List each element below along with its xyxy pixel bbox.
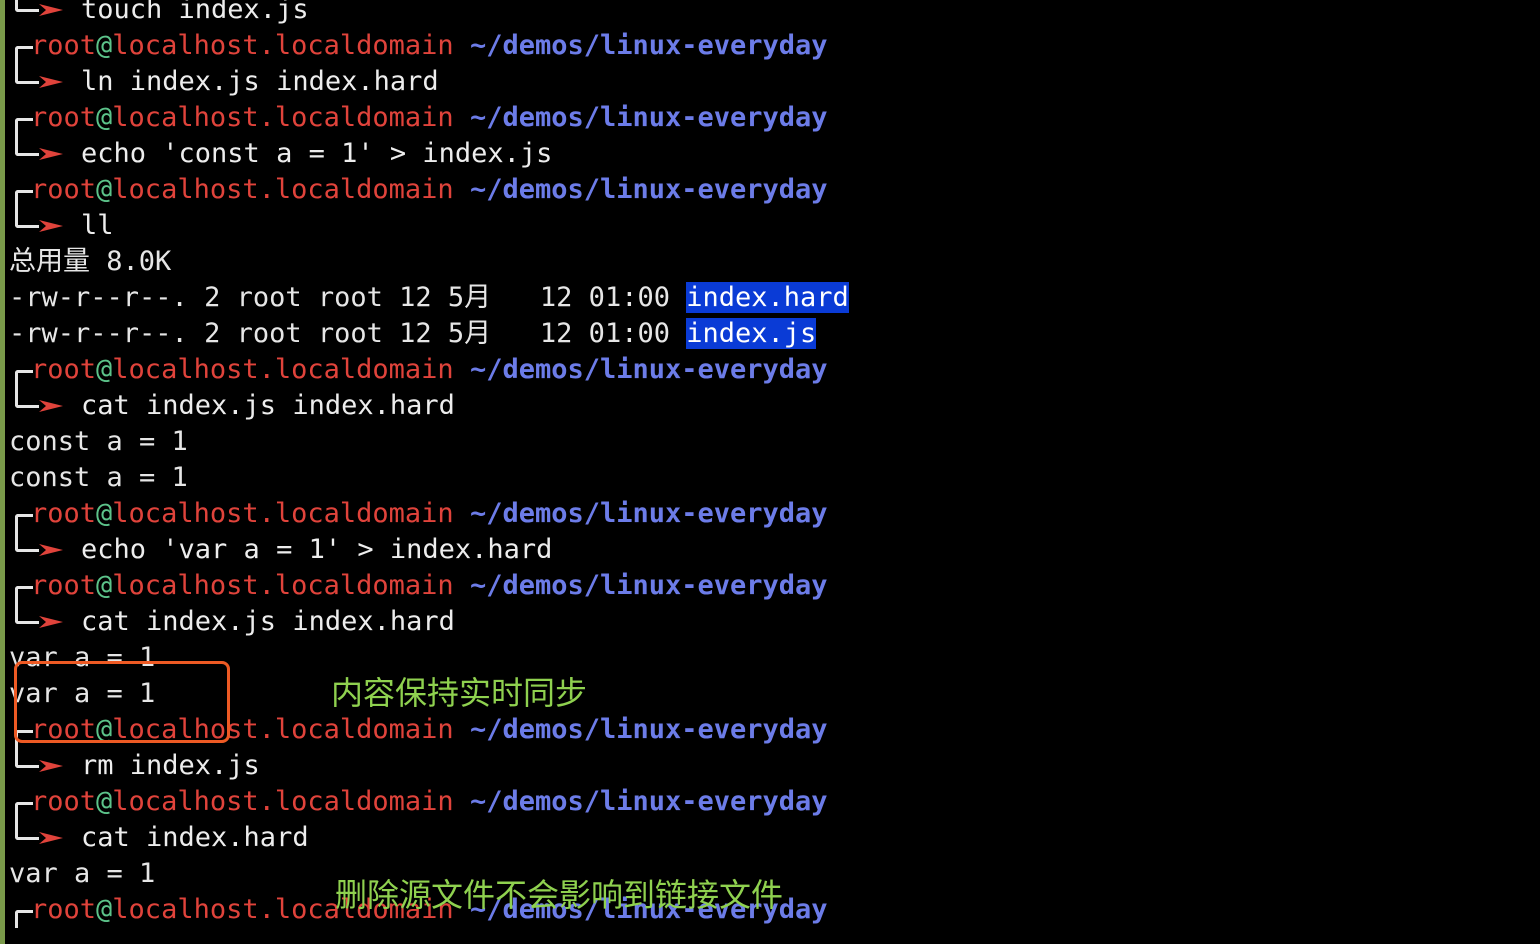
prompt-arrow-icon (37, 208, 81, 244)
ls-row-meta: -rw-r--r--. 2 root root 12 5月 12 01:00 (9, 282, 687, 313)
prompt-at: @ (96, 354, 113, 385)
output-line: const a = 1 (9, 426, 188, 457)
prompt-at: @ (96, 498, 113, 529)
prompt-arrow-icon (37, 820, 81, 856)
prompt-corner-top (9, 892, 33, 928)
prompt-user: root (31, 894, 97, 925)
output-line: const a = 1 (9, 462, 188, 493)
prompt-corner-top (9, 28, 33, 64)
prompt-corner-top (9, 568, 33, 604)
prompt-path: ~/demos/linux-everyday (469, 714, 828, 745)
prompt-arrow-icon (37, 532, 81, 568)
prompt-path: ~/demos/linux-everyday (469, 30, 828, 61)
prompt-corner-top (9, 100, 33, 136)
command-text: ln index.js index.hard (81, 66, 439, 97)
annotation-sync: 内容保持实时同步 (331, 674, 588, 712)
prompt-corner-top (9, 784, 33, 820)
ls-row-filename[interactable]: index.js (686, 318, 817, 349)
ls-row-filename[interactable]: index.hard (686, 282, 849, 313)
annotation-delete: 删除源文件不会影响到链接文件 (335, 876, 784, 914)
prompt-at: @ (96, 102, 113, 133)
prompt-at: @ (96, 570, 113, 601)
ls-row: -rw-r--r--. 2 root root 12 5月 12 01:00 i… (9, 316, 849, 352)
highlight-box (14, 661, 230, 743)
prompt-line: root@localhost.localdomain ~/demos/linux… (9, 100, 849, 136)
command-line: cat index.js index.hard (9, 604, 849, 640)
command-text: echo 'var a = 1' > index.hard (81, 534, 553, 565)
ls-row: -rw-r--r--. 2 root root 12 5月 12 01:00 i… (9, 280, 849, 316)
command-line: echo 'var a = 1' > index.hard (9, 532, 849, 568)
prompt-arrow-icon (37, 748, 81, 784)
command-text: touch index.js (81, 0, 309, 25)
prompt-path: ~/demos/linux-everyday (469, 102, 828, 133)
prompt-arrow-icon (37, 136, 81, 172)
command-line: touch index.js (9, 0, 849, 28)
prompt-at: @ (96, 30, 113, 61)
prompt-arrow-icon (37, 388, 81, 424)
terminal-window[interactable]: touch index.js root@localhost.localdomai… (0, 0, 1540, 944)
prompt-host: localhost.localdomain (112, 174, 454, 205)
command-line: echo 'const a = 1' > index.js (9, 136, 849, 172)
prompt-path: ~/demos/linux-everyday (469, 498, 828, 529)
prompt-user: root (31, 570, 97, 601)
prompt-host: localhost.localdomain (112, 498, 454, 529)
terminal-output: touch index.js root@localhost.localdomai… (9, 0, 849, 928)
command-line: rm index.js (9, 748, 849, 784)
prompt-line: root@localhost.localdomain ~/demos/linux… (9, 784, 849, 820)
prompt-user: root (31, 102, 97, 133)
prompt-line: root@localhost.localdomain ~/demos/linux… (9, 28, 849, 64)
prompt-host: localhost.localdomain (112, 570, 454, 601)
prompt-path: ~/demos/linux-everyday (469, 354, 828, 385)
prompt-user: root (31, 354, 97, 385)
prompt-line: root@localhost.localdomain ~/demos/linux… (9, 352, 849, 388)
command-line: cat index.js index.hard (9, 388, 849, 424)
command-text: rm index.js (81, 750, 260, 781)
prompt-line: root@localhost.localdomain ~/demos/linux… (9, 568, 849, 604)
prompt-path: ~/demos/linux-everyday (469, 786, 828, 817)
command-text: echo 'const a = 1' > index.js (81, 138, 553, 169)
prompt-line: root@localhost.localdomain ~/demos/linux… (9, 496, 849, 532)
prompt-host: localhost.localdomain (112, 30, 454, 61)
prompt-user: root (31, 174, 97, 205)
prompt-arrow-icon (37, 64, 81, 100)
command-text: cat index.js index.hard (81, 390, 455, 421)
command-line: ln index.js index.hard (9, 64, 849, 100)
prompt-host: localhost.localdomain (112, 102, 454, 133)
prompt-arrow-icon (37, 0, 81, 28)
ls-row-meta: -rw-r--r--. 2 root root 12 5月 12 01:00 (9, 318, 687, 349)
prompt-host: localhost.localdomain (112, 354, 454, 385)
prompt-at: @ (96, 894, 113, 925)
prompt-path: ~/demos/linux-everyday (469, 174, 828, 205)
prompt-corner-top (9, 496, 33, 532)
prompt-corner-top (9, 352, 33, 388)
command-line: cat index.hard (9, 820, 849, 856)
prompt-path: ~/demos/linux-everyday (469, 570, 828, 601)
command-text: cat index.js index.hard (81, 606, 455, 637)
command-text: ll (81, 210, 114, 241)
prompt-user: root (31, 30, 97, 61)
command-text: cat index.hard (81, 822, 309, 853)
prompt-user: root (31, 498, 97, 529)
prompt-at: @ (96, 786, 113, 817)
prompt-host: localhost.localdomain (112, 786, 454, 817)
prompt-arrow-icon (37, 604, 81, 640)
output-line: 总用量 8.0K (9, 246, 172, 277)
prompt-line: root@localhost.localdomain ~/demos/linux… (9, 172, 849, 208)
prompt-corner-top (9, 172, 33, 208)
command-line: ll (9, 208, 849, 244)
prompt-user: root (31, 786, 97, 817)
prompt-at: @ (96, 174, 113, 205)
